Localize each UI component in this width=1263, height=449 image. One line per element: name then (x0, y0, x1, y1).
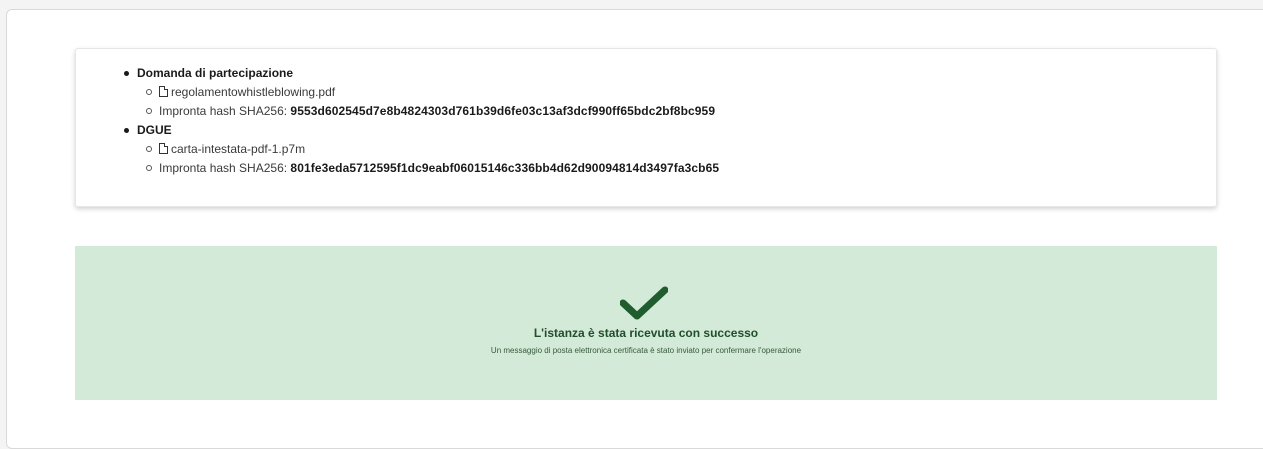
hash-row: Impronta hash SHA256: 9553d602545d7e8b48… (137, 102, 719, 121)
hash-value: 9553d602545d7e8b4824303d761b39d6fe03c13a… (290, 104, 716, 118)
file-link[interactable]: carta-intestata-pdf-1.p7m (171, 142, 305, 156)
success-alert: L'istanza è stata ricevuta con successo … (75, 246, 1217, 400)
documents-list: Domanda di partecipazione regolamentowhi… (123, 64, 719, 178)
file-row: regolamentowhistleblowing.pdf (137, 83, 719, 102)
hash-row: Impronta hash SHA256: 801fe3eda5712595f1… (137, 159, 719, 178)
success-title: L'istanza è stata ricevuta con successo (533, 326, 759, 340)
document-item: DGUE carta-intestata-pdf-1.p7m Impronta … (123, 121, 719, 178)
success-message: Un messaggio di posta elettronica certif… (490, 346, 802, 355)
file-link[interactable]: regolamentowhistleblowing.pdf (171, 85, 335, 99)
documents-card: Domanda di partecipazione regolamentowhi… (75, 48, 1217, 207)
hash-label: Impronta hash SHA256: (159, 104, 288, 118)
document-title: DGUE (137, 123, 172, 137)
document-details: regolamentowhistleblowing.pdf Impronta h… (137, 83, 719, 121)
hash-value: 801fe3eda5712595f1dc9eabf06015146c336bb4… (290, 161, 720, 175)
file-row: carta-intestata-pdf-1.p7m (137, 140, 719, 159)
checkmark-icon (620, 286, 668, 320)
hash-label: Impronta hash SHA256: (159, 161, 288, 175)
file-icon (159, 143, 168, 154)
document-details: carta-intestata-pdf-1.p7m Impronta hash … (137, 140, 719, 178)
document-title: Domanda di partecipazione (137, 66, 294, 80)
main-panel: Domanda di partecipazione regolamentowhi… (6, 9, 1263, 449)
file-icon (159, 86, 168, 97)
document-item: Domanda di partecipazione regolamentowhi… (123, 64, 719, 121)
